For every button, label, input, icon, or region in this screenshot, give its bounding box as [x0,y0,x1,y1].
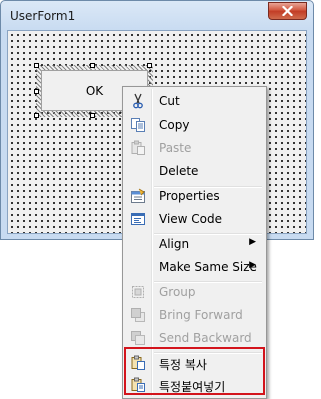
ok-button-label: OK [85,83,104,98]
menu-item-label: Properties [159,189,220,203]
menu-item-view-code[interactable]: View Code [125,208,264,230]
menu-item-delete[interactable]: Delete [125,160,264,182]
menu-item-label: View Code [159,212,223,226]
scissors-icon [133,93,143,109]
bring-forward-icon [131,308,145,322]
close-icon [282,6,293,16]
menu-item-label: Paste [159,141,192,155]
group-icon [132,286,144,298]
paste-icon [131,140,145,155]
menu-item-label: Send Backward [159,331,252,345]
menu-item-make-same-size[interactable]: Make Same Size ▶ [125,256,264,278]
close-button[interactable] [268,2,307,20]
menu-item-align[interactable]: Align ▶ [125,233,264,255]
view-code-icon [131,213,145,225]
menu-item-send-backward[interactable]: Send Backward [125,327,264,349]
title-bar[interactable]: UserForm1 [1,1,313,30]
menu-item-label: Align [159,237,190,251]
properties-icon [131,188,145,203]
menu-item-copy[interactable]: Copy [125,114,264,136]
menu-item-label: Group [159,285,196,299]
menu-item-cut[interactable]: Cut [125,90,264,112]
menu-item-label: Cut [159,94,180,108]
menu-item-label: Delete [159,164,199,178]
menu-item-paste[interactable]: Paste [125,137,264,159]
menu-item-group[interactable]: Group [125,281,264,303]
resize-handle[interactable] [90,113,95,118]
resize-handle[interactable] [34,113,39,118]
menu-item-bring-forward[interactable]: Bring Forward [125,304,264,326]
submenu-arrow-icon: ▶ [249,237,256,247]
resize-handle[interactable] [34,63,39,68]
resize-handle[interactable] [34,89,39,94]
send-backward-icon [131,331,145,345]
menu-item-label: Copy [159,118,190,132]
window-title: UserForm1 [10,9,76,23]
submenu-arrow-icon: ▶ [249,260,256,270]
copy-icon [131,118,145,132]
menu-item-label: Bring Forward [159,308,243,322]
menu-item-properties[interactable]: Properties [125,185,264,207]
menu-item-label: Make Same Size [159,260,257,274]
resize-handle[interactable] [90,63,95,68]
highlight-box [124,347,265,395]
resize-handle[interactable] [147,63,152,68]
